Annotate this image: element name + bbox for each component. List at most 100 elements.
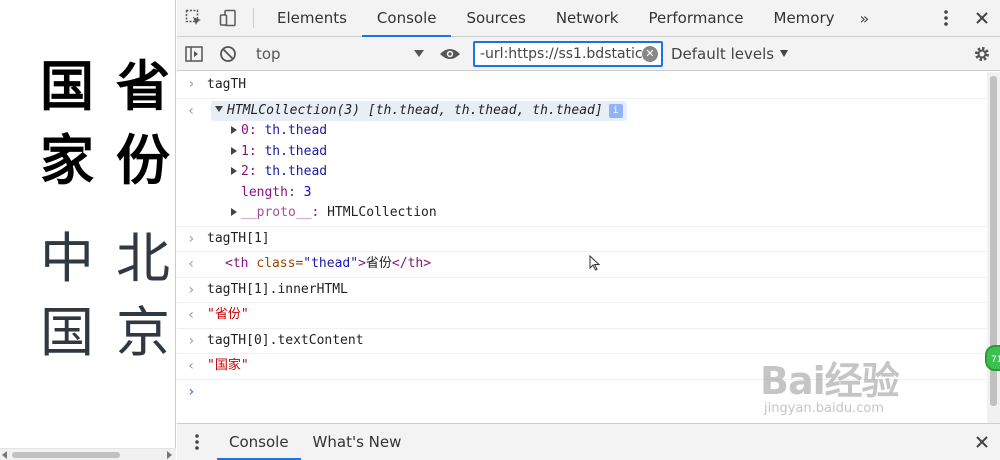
side-badge-icon[interactable]: 71 <box>985 345 1000 371</box>
watermark-url: jingyan.baidu.com <box>764 401 884 416</box>
clear-filter-icon[interactable]: ✕ <box>642 45 658 62</box>
context-select-value: top <box>256 44 281 63</box>
property-key: 2 <box>241 164 249 179</box>
element-text: 省份 <box>365 256 392 271</box>
tab-memory[interactable]: Memory <box>759 0 850 36</box>
chevron-down-icon <box>780 50 789 57</box>
cell-province-text: 北京 <box>116 227 170 364</box>
console-entry[interactable]: ‹ "省份" <box>177 303 987 329</box>
cell-country: 中国 <box>40 222 98 370</box>
closing-tag-name: th <box>407 256 424 271</box>
length-value: 3 <box>303 184 312 200</box>
object-property[interactable]: 2: th.thead <box>207 162 987 183</box>
input-prompt-icon: › <box>187 332 196 349</box>
log-levels-label: Default levels <box>671 44 775 63</box>
property-value: th.thead <box>264 123 328 138</box>
tab-performance[interactable]: Performance <box>633 0 758 36</box>
expand-triangle-icon[interactable] <box>215 105 223 112</box>
close-icon[interactable] <box>964 11 1000 25</box>
object-property[interactable]: 1: th.thead <box>207 142 987 163</box>
inspect-element-icon[interactable] <box>177 0 211 36</box>
console-entry[interactable]: › tagTH[1] <box>177 227 987 252</box>
clear-console-icon[interactable] <box>211 45 245 63</box>
object-preview[interactable]: HTMLCollection(3) [th.thead, th.thead, t… <box>211 100 627 121</box>
tab-network[interactable]: Network <box>541 0 634 36</box>
property-value: th.thead <box>264 164 328 179</box>
cell-country-text: 中国 <box>40 227 94 364</box>
log-levels-dropdown[interactable]: Default levels <box>671 44 789 63</box>
result-arrow-icon: ‹ <box>187 358 196 374</box>
property-key: 1 <box>241 143 249 159</box>
tab-console[interactable]: Console <box>361 0 452 37</box>
mouse-cursor-icon <box>589 255 601 271</box>
object-proto[interactable]: __proto__: HTMLCollection <box>207 203 987 224</box>
attr-value: "thead" <box>303 256 359 271</box>
scroll-right-icon[interactable] <box>167 451 172 459</box>
live-expression-eye-icon[interactable] <box>433 47 467 61</box>
device-toolbar-icon[interactable] <box>211 0 245 36</box>
string-result: "省份" <box>207 307 249 322</box>
console-entry[interactable]: ‹ <th class="thead">省份</th> <box>177 252 987 278</box>
object-property[interactable]: 0: th.thead <box>207 121 987 142</box>
drawer-tab-console[interactable]: Console <box>217 424 301 460</box>
expand-triangle-icon[interactable] <box>231 167 237 175</box>
sidebar-toggle-icon[interactable] <box>177 45 211 62</box>
baidu-jingyan-watermark: Bai经验 jingyan.baidu.com <box>760 350 900 416</box>
object-summary: HTMLCollection(3) [th.thead, th.thead, t… <box>227 102 603 118</box>
console-command: tagTH[0].textContent <box>207 332 364 348</box>
header-country-char1: 国家 <box>40 55 94 192</box>
console-entry[interactable]: › tagTH[1].innerHTML <box>177 278 987 303</box>
tab-elements[interactable]: Elements <box>262 0 362 36</box>
page-scroll-thumb[interactable] <box>12 452 120 458</box>
drawer-tabbar: Console What's New <box>177 423 1000 460</box>
prompt-caret-icon: › <box>187 383 196 400</box>
object-length: length: 3 <box>241 184 312 200</box>
page-horizontal-scrollbar[interactable] <box>0 448 176 460</box>
proto-value: HTMLCollection <box>327 205 437 220</box>
expand-triangle-icon[interactable] <box>231 126 237 134</box>
result-arrow-icon: ‹ <box>187 256 196 272</box>
property-key: 0 <box>241 123 249 138</box>
tab-sources[interactable]: Sources <box>451 0 540 36</box>
page-viewport: 国家 省份 中国 北京 <box>0 0 176 460</box>
filter-value: -url:https://ss1.bdstatic. <box>480 45 648 62</box>
tabbar-divider <box>253 8 254 28</box>
object-header[interactable]: HTMLCollection(3) [th.thead, th.thead, t… <box>207 100 987 121</box>
body-row: 中国 北京 <box>40 222 174 370</box>
context-select[interactable]: top <box>250 42 432 66</box>
expand-triangle-icon[interactable] <box>231 146 237 155</box>
header-cell-country: 国家 <box>40 50 98 198</box>
drawer-tab-whats-new[interactable]: What's New <box>301 424 414 460</box>
kebab-menu-icon[interactable] <box>928 9 964 27</box>
result-arrow-icon: ‹ <box>187 102 196 119</box>
property-value: th.thead <box>264 143 328 159</box>
header-province-text: 省份 <box>116 55 170 192</box>
input-prompt-icon: › <box>187 230 196 247</box>
scroll-left-icon[interactable] <box>2 451 7 459</box>
result-arrow-icon: ‹ <box>187 307 196 323</box>
expand-triangle-icon[interactable] <box>231 208 237 216</box>
drawer-menu-icon[interactable] <box>177 424 217 460</box>
attr-name: class <box>256 256 296 271</box>
console-filter-input[interactable]: -url:https://ss1.bdstatic. ✕ <box>473 40 663 67</box>
cell-province: 北京 <box>116 222 174 370</box>
header-row: 国家 省份 <box>40 50 174 198</box>
tag-name: th <box>232 256 249 271</box>
console-toolbar: top -url:https://ss1.bdstatic. ✕ Default… <box>177 37 1000 71</box>
settings-gear-icon[interactable] <box>964 45 1000 63</box>
chevron-down-icon <box>414 50 424 57</box>
input-prompt-icon: › <box>187 76 196 92</box>
console-entry[interactable]: › tagTH <box>177 72 987 99</box>
console-command: tagTH <box>207 77 247 92</box>
header-cell-province: 省份 <box>116 50 174 198</box>
console-entry[interactable]: ‹ HTMLCollection(3) [th.thead, th.thead,… <box>177 99 987 227</box>
watermark-logo: Bai经验 <box>760 359 900 403</box>
more-tabs-button[interactable]: » <box>850 0 880 36</box>
length-key: length <box>241 184 288 200</box>
close-drawer-icon[interactable] <box>964 435 1000 449</box>
devtools-tabbar: Elements Console Sources Network Perform… <box>177 0 1000 37</box>
console-command: tagTH[1] <box>207 230 270 246</box>
info-icon[interactable]: i <box>608 103 623 118</box>
console-command: tagTH[1].innerHTML <box>207 281 348 297</box>
proto-key: __proto__ <box>241 205 312 220</box>
